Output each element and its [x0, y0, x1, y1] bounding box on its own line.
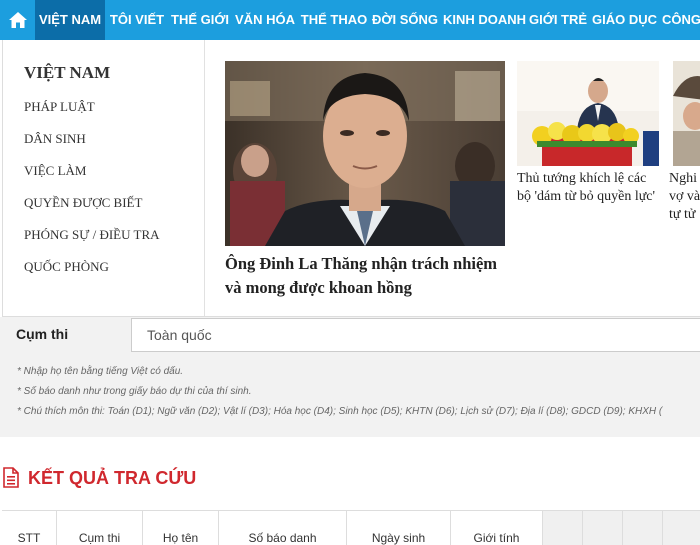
home-button[interactable] — [0, 0, 35, 40]
menu-link-dan-sinh[interactable]: DÂN SINH — [24, 131, 86, 147]
note-mon-thi: * Chú thích môn thi: Toán (D1); Ngữ văn … — [17, 406, 663, 417]
nav-item-gioi-tre[interactable]: GIỚI TRẺ — [529, 0, 587, 40]
nav-item-the-gioi[interactable]: THẾ GIỚI — [171, 0, 229, 40]
note-ho-ten: * Nhập họ tên bằng tiếng Việt có dấu. — [17, 366, 184, 377]
top-navigation: VIỆT NAM TÔI VIẾT THẾ GIỚI VĂN HÓA THỂ T… — [0, 0, 700, 40]
home-icon — [8, 12, 27, 28]
menu-link-viec-lam[interactable]: VIỆC LÀM — [24, 163, 86, 179]
nav-item-giao-duc[interactable]: GIÁO DỤC — [592, 0, 657, 40]
menu-link-quyen-duoc-biet[interactable]: QUYỀN ĐƯỢC BIẾT — [24, 195, 142, 211]
results-title: KẾT QUẢ TRA CỨU — [28, 468, 197, 488]
nav-item-doi-song[interactable]: ĐỜI SỐNG — [372, 0, 438, 40]
menu-link-phong-su-dieu-tra[interactable]: PHÓNG SỰ / ĐIỀU TRA — [24, 227, 160, 243]
menu-link-phap-luat[interactable]: PHÁP LUẬT — [24, 99, 95, 115]
menu-link-quoc-phong[interactable]: QUỐC PHÒNG — [24, 259, 109, 275]
nav-item-toi-viet[interactable]: TÔI VIẾT — [107, 0, 167, 40]
document-icon — [3, 467, 19, 488]
nav-item-van-hoa[interactable]: VĂN HÓA — [234, 0, 296, 40]
second-story-title[interactable]: Thủ tướng khích lệ các bộ 'dám từ bỏ quy… — [517, 170, 659, 206]
main-story-title[interactable]: Ông Đinh La Thăng nhận trách nhiệm và mo… — [225, 252, 505, 300]
column-d3 — [622, 511, 662, 545]
third-story-title[interactable]: Nghi vợ và tự tử — [669, 170, 700, 224]
cum-thi-label: Cụm thi — [16, 326, 69, 342]
column-d2 — [582, 511, 622, 545]
note-so-bao-danh: * Số báo danh như trong giấy báo dự thi … — [17, 386, 252, 397]
cum-thi-select[interactable]: Toàn quốc — [131, 318, 700, 352]
third-story-image[interactable] — [673, 61, 700, 166]
column-d4 — [662, 511, 700, 545]
column-gioi-tinh: Giới tính — [450, 511, 542, 545]
nav-item-the-thao[interactable]: THỂ THAO — [300, 0, 368, 40]
mega-menu-title[interactable]: VIỆT NAM — [24, 63, 110, 83]
nav-item-cong[interactable]: CÔNG — [662, 0, 700, 40]
column-d1 — [542, 511, 582, 545]
column-stt: STT — [17, 531, 41, 545]
mega-menu: VIỆT NAM PHÁP LUẬT DÂN SINH VIỆC LÀM QUY… — [2, 40, 700, 317]
nav-item-kinh-doanh[interactable]: KINH DOANH — [443, 0, 526, 40]
results-table-header: STT Cụm thi Họ tên Số báo danh Ngày sinh… — [2, 510, 700, 545]
column-so-bao-danh: Số báo danh — [218, 511, 346, 545]
search-form: Cụm thi Toàn quốc * Nhập họ tên bằng tiế… — [0, 317, 700, 437]
second-story-image[interactable] — [517, 61, 659, 166]
main-story-image[interactable] — [225, 61, 505, 246]
column-ho-ten: Họ tên — [142, 511, 218, 545]
column-cum-thi: Cụm thi — [56, 511, 142, 545]
mega-menu-sidebar: VIỆT NAM PHÁP LUẬT DÂN SINH VIỆC LÀM QUY… — [3, 40, 205, 316]
column-ngay-sinh: Ngày sinh — [346, 511, 450, 545]
nav-item-viet-nam[interactable]: VIỆT NAM — [35, 0, 105, 40]
